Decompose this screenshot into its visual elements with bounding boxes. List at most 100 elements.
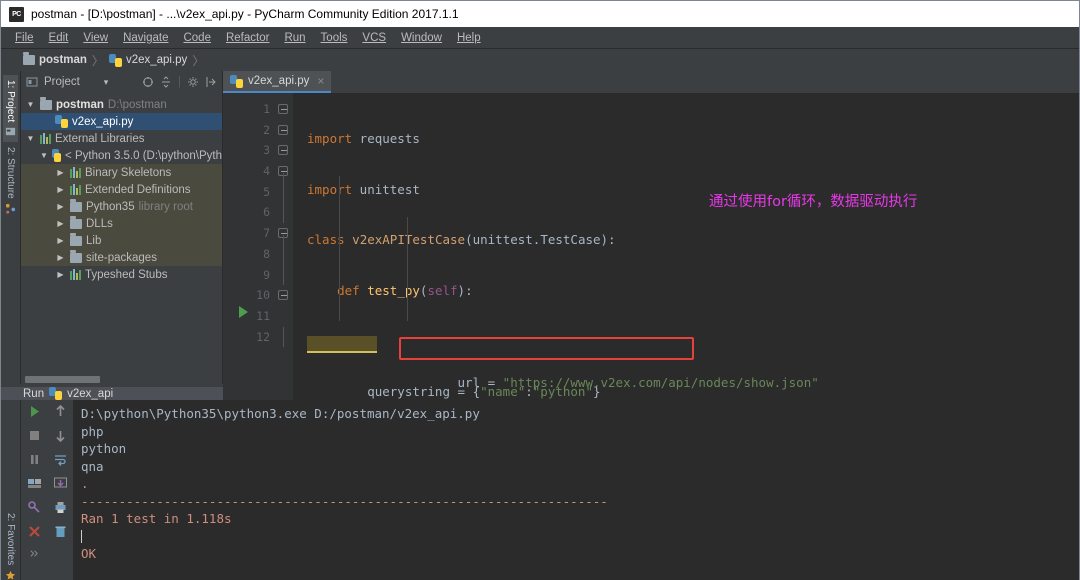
run-panel-body: 2: Favorites	[1, 400, 1079, 580]
close-icon[interactable]	[27, 524, 42, 539]
fold-line	[275, 202, 293, 223]
trash-icon[interactable]	[53, 524, 68, 539]
line-number: 11	[223, 306, 275, 327]
fold-marker[interactable]	[275, 99, 293, 120]
line-number: 3	[223, 140, 275, 161]
pin-icon[interactable]	[27, 500, 42, 515]
gear-icon[interactable]	[187, 76, 199, 88]
tree-node-label: Binary Skeletons	[85, 167, 171, 179]
fold-marker[interactable]	[275, 140, 293, 161]
tree-node-postman[interactable]: ▼ postman D:\postman	[21, 96, 222, 113]
menu-label-tools: Tools	[321, 32, 348, 44]
menu-item-window[interactable]: Window	[394, 30, 449, 46]
fold-marker[interactable]	[275, 120, 293, 141]
scroll-down-icon[interactable]	[53, 428, 68, 443]
folder-icon	[70, 236, 82, 246]
twisty-icon[interactable]: ▼	[40, 151, 48, 160]
tree-node-label: site-packages	[86, 252, 157, 264]
sidebar-tab-project[interactable]: 1: Project	[3, 75, 18, 142]
menu-item-run[interactable]: Run	[277, 30, 312, 46]
tree-node-dlls[interactable]: ▶ DLLs	[21, 215, 222, 232]
tree-node-python-sdk[interactable]: ▼ < Python 3.5.0 (D:\python\Pyth	[21, 147, 222, 164]
code-line-1: import requests	[293, 129, 1079, 150]
library-icon	[70, 167, 81, 178]
export-icon[interactable]	[53, 476, 68, 491]
tree-node-python35[interactable]: ▶ Python35 library root	[21, 198, 222, 215]
python-file-icon	[230, 75, 243, 88]
menu-item-tools[interactable]: Tools	[314, 30, 355, 46]
folder-icon	[40, 100, 52, 110]
run-icon[interactable]	[27, 404, 42, 419]
collapse-all-icon[interactable]	[160, 76, 172, 88]
breadcrumb-project[interactable]: postman	[23, 54, 87, 66]
project-panel-title: Project	[44, 76, 80, 88]
twisty-icon[interactable]: ▶	[55, 219, 66, 228]
twisty-icon[interactable]: ▶	[55, 202, 66, 211]
twisty-icon[interactable]: ▼	[25, 100, 36, 109]
sidebar-tab-structure[interactable]: 2: Structure	[3, 142, 18, 219]
editor-tab-v2ex-api[interactable]: v2ex_api.py ×	[223, 71, 331, 93]
tree-node-typeshed-stubs[interactable]: ▶ Typeshed Stubs	[21, 266, 222, 283]
run-toolbar-col-left	[21, 404, 47, 580]
line-number: 2	[223, 120, 275, 141]
console-line: qna	[81, 459, 104, 474]
project-horizontal-scrollbar[interactable]	[21, 375, 222, 384]
view-layout-icon[interactable]	[27, 476, 42, 491]
breadcrumb-file[interactable]: v2ex_api.py	[109, 54, 187, 67]
tree-node-binary-skeletons[interactable]: ▶ Binary Skeletons	[21, 164, 222, 181]
pause-icon[interactable]	[27, 452, 42, 467]
print-icon[interactable]	[53, 500, 68, 515]
fold-line	[275, 244, 293, 265]
tree-node-extended-definitions[interactable]: ▶ Extended Definitions	[21, 181, 222, 198]
fold-marker[interactable]	[275, 285, 293, 306]
fold-marker[interactable]	[275, 223, 293, 244]
run-line-icon[interactable]	[239, 306, 248, 318]
library-icon	[40, 133, 51, 144]
project-icon	[5, 126, 16, 137]
menu-item-navigate[interactable]: Navigate	[116, 30, 175, 46]
more-icon[interactable]	[29, 548, 40, 559]
console-line: OK	[81, 546, 96, 561]
scroll-up-icon[interactable]	[53, 404, 68, 419]
soft-wrap-icon[interactable]	[53, 452, 68, 467]
twisty-icon[interactable]: ▶	[55, 185, 66, 194]
annotation-note: 通过使用for循环，数据驱动执行	[709, 190, 917, 211]
tree-node-label: Python35	[86, 201, 135, 213]
menu-item-refactor[interactable]: Refactor	[219, 30, 276, 46]
tree-node-site-packages[interactable]: ▶ site-packages	[21, 249, 222, 266]
fold-marker[interactable]	[275, 161, 293, 182]
menu-item-vcs[interactable]: VCS	[355, 30, 393, 46]
tree-node-external-libraries[interactable]: ▼ External Libraries	[21, 130, 222, 147]
sidebar-tab-favorites-label: 2: Favorites	[5, 513, 16, 565]
sidebar-tab-favorites[interactable]: 2: Favorites	[3, 508, 18, 580]
chevron-down-icon[interactable]: ▾	[104, 77, 109, 88]
menu-label-run: Run	[284, 32, 305, 44]
tree-node-label: v2ex_api.py	[72, 116, 133, 128]
scrollbar-thumb[interactable]	[25, 376, 100, 383]
run-panel: Run v2ex_api 2: Favorites	[1, 387, 1079, 559]
console-output[interactable]: D:\python\Python35\python3.exe D:/postma…	[73, 400, 1079, 580]
hide-panel-icon[interactable]	[205, 76, 217, 88]
twisty-icon[interactable]: ▶	[55, 270, 66, 279]
close-icon[interactable]: ×	[317, 74, 324, 88]
twisty-icon[interactable]: ▼	[25, 134, 36, 143]
menu-item-file[interactable]: File	[8, 30, 41, 46]
twisty-icon[interactable]: ▶	[55, 253, 66, 262]
menu-label-vcs: VCS	[362, 32, 386, 44]
menu-item-edit[interactable]: Edit	[42, 30, 76, 46]
code-line-3: class v2exAPITestCase(unittest.TestCase)…	[293, 230, 1079, 251]
run-panel-title: Run	[23, 388, 44, 400]
twisty-icon[interactable]: ▶	[55, 168, 66, 177]
fold-line	[275, 327, 293, 348]
menu-label-window: Window	[401, 32, 442, 44]
collapse-target-icon[interactable]	[142, 76, 154, 88]
menu-label-file: File	[15, 32, 34, 44]
menu-item-help[interactable]: Help	[450, 30, 488, 46]
menu-item-view[interactable]: View	[76, 30, 115, 46]
tree-node-v2ex-api[interactable]: v2ex_api.py	[21, 113, 222, 130]
console-line: ----------------------------------------…	[81, 494, 608, 509]
twisty-icon[interactable]: ▶	[55, 236, 66, 245]
tree-node-lib[interactable]: ▶ Lib	[21, 232, 222, 249]
menu-item-code[interactable]: Code	[176, 30, 218, 46]
stop-icon[interactable]	[27, 428, 42, 443]
